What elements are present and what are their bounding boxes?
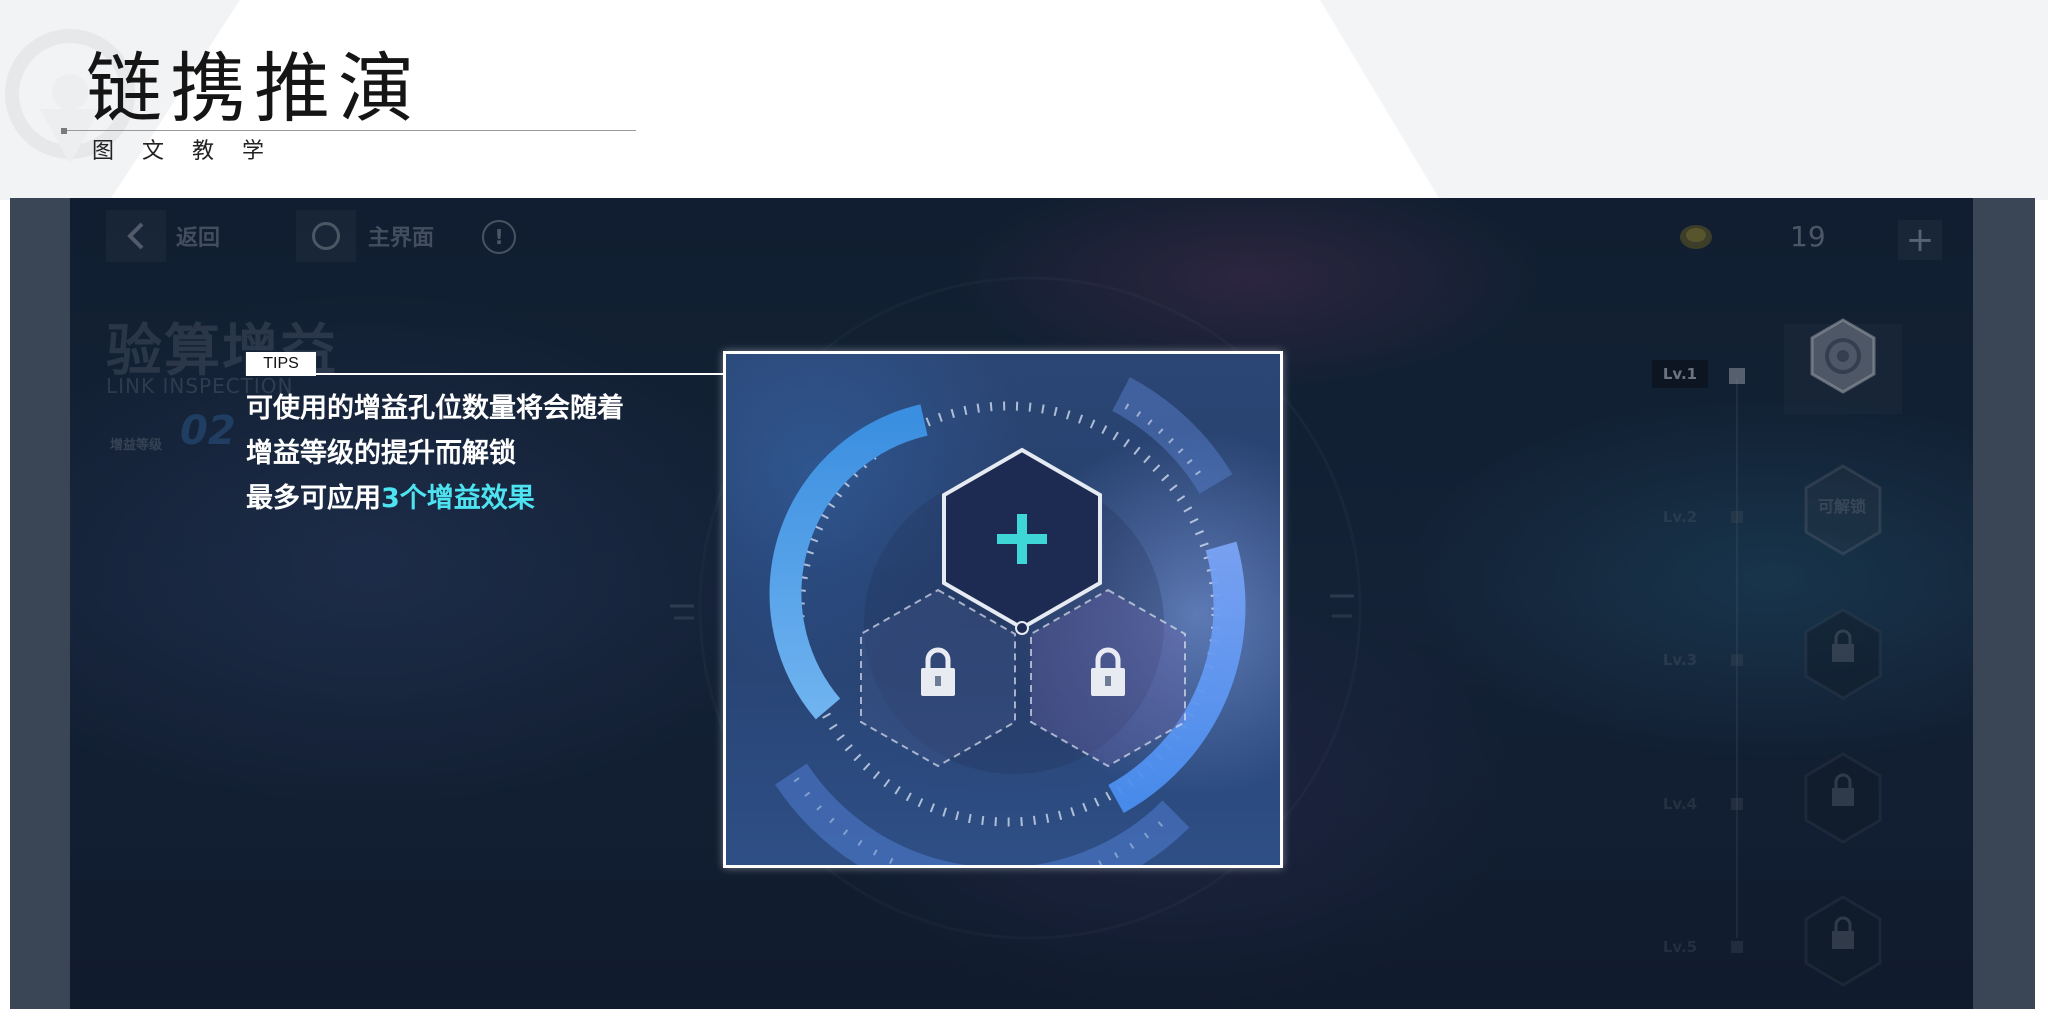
- tips-line-3-prefix: 最多可应用: [246, 483, 381, 514]
- tips-line-3: 最多可应用3个增益效果: [246, 476, 624, 521]
- page-title: 链携推演: [86, 44, 422, 133]
- tips-line-2: 增益等级的提升而解锁: [246, 438, 516, 469]
- tips-tag: TIPS: [246, 352, 316, 376]
- top-right-arc: [1111, 377, 1233, 495]
- hex-slot-diagram: [769, 377, 1246, 865]
- tips-line-1: 可使用的增益孔位数量将会随着: [246, 393, 624, 424]
- title-divider-dot: [61, 128, 67, 134]
- tips-highlight: 3个增益效果: [381, 483, 535, 514]
- title-divider: [64, 130, 636, 131]
- tips-text: 可使用的增益孔位数量将会随着 增益等级的提升而解锁 最多可应用3个增益效果: [246, 386, 624, 521]
- tips-connector-line: [316, 373, 724, 375]
- page-subtitle: 图文教学: [92, 139, 293, 164]
- highlight-frame: [723, 351, 1283, 868]
